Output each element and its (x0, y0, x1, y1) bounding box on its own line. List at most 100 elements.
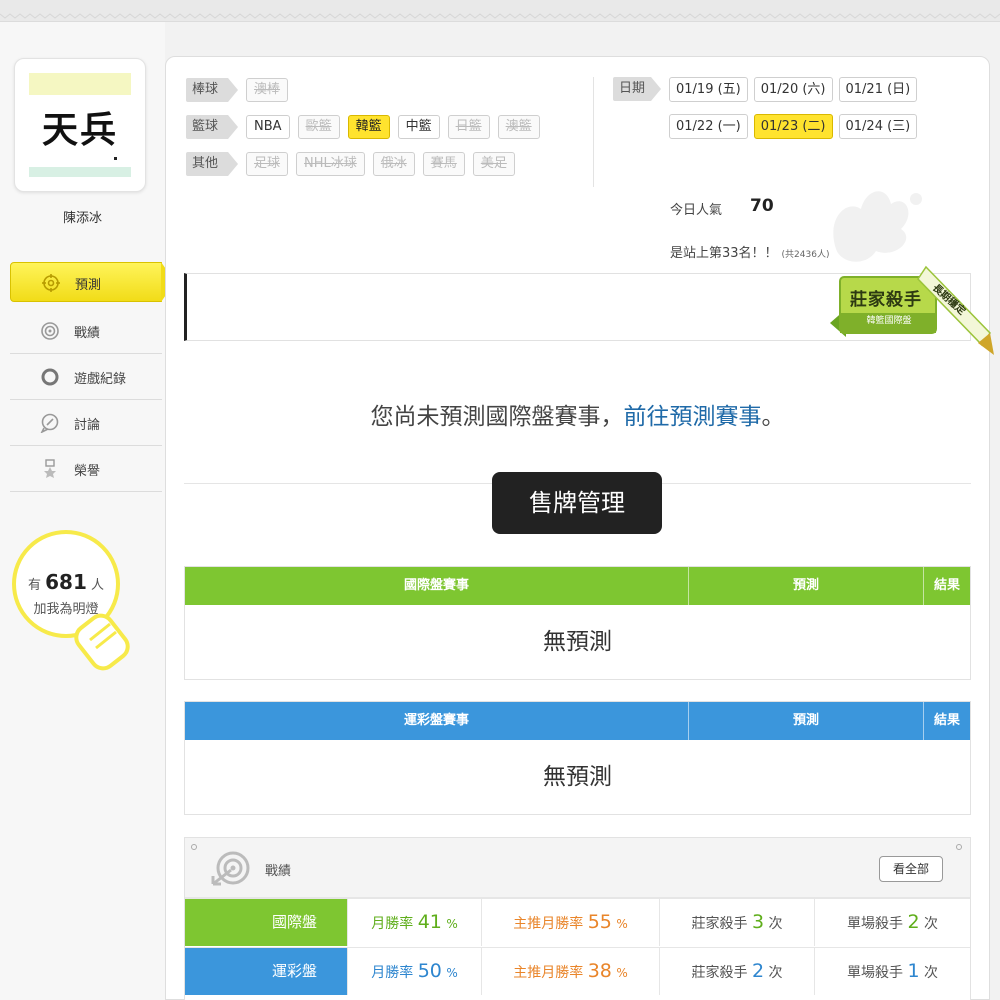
chip-japan-basketball: 日籃 (447, 115, 490, 139)
go-predict-link[interactable]: 前往預測賽事 (624, 404, 762, 430)
date-row-1: 01/19 (五) 01/20 (六) 01/21 (日) (669, 77, 923, 102)
date-row-2: 01/22 (一) 01/23 (二) 01/24 (三) (669, 114, 923, 139)
popularity-value: 70 (750, 196, 774, 216)
avatar[interactable]: 天兵 (29, 73, 131, 177)
rank-text: 是站上第33名！！ (共2436人) (670, 242, 829, 261)
sidebar-item-game-log[interactable]: 遊戲紀錄 (10, 354, 162, 400)
stat-label: 月勝率 (371, 965, 414, 981)
record-panel: 戰績 看全部 國際盤 月勝率 41 % 主推月勝率 55 % 莊家殺手 3 次 … (184, 837, 971, 1000)
single-game-killer-count: 單場殺手 2 次 (814, 899, 970, 946)
lottery-table-header: 運彩盤賽事 預測 結果 (185, 702, 970, 740)
stat-value: 1 (907, 960, 920, 982)
dealer-killer-count: 莊家殺手 3 次 (659, 899, 814, 946)
sidebar-nav: 預測 戰績 遊戲紀錄 討論 榮譽 (10, 262, 175, 492)
date-chip[interactable]: 01/19 (五) (669, 77, 748, 102)
date-chip[interactable]: 01/21 (日) (838, 77, 918, 102)
sidebar-item-label: 榮譽 (74, 464, 101, 479)
chat-bubble-icon (40, 413, 59, 433)
column-header-match: 運彩盤賽事 (185, 702, 689, 740)
top-decorative-band (0, 0, 1000, 22)
see-all-button[interactable]: 看全部 (879, 856, 943, 882)
filter-row-basketball: 籃球 NBA 歐籃 韓籃 中籃 日籃 澳籃 (186, 114, 548, 140)
badge-ribbon-icon (830, 265, 994, 355)
sidebar-item-record[interactable]: 戰績 (10, 308, 162, 354)
date-chip[interactable]: 01/24 (三) (838, 114, 918, 139)
chip-nba[interactable]: NBA (246, 115, 290, 139)
category-baseball: 棒球 (186, 78, 239, 102)
corner-dot-icon (956, 844, 962, 850)
no-prediction-message: 您尚未預測國際盤賽事，前往預測賽事。 (166, 397, 989, 431)
monthly-win-rate: 月勝率 50 % (347, 948, 481, 995)
stat-unit: % (616, 966, 628, 980)
stat-label: 單場殺手 (847, 916, 903, 932)
column-header-match: 國際盤賽事 (185, 567, 689, 605)
intl-prediction-table: 國際盤賽事 預測 結果 無預測 (184, 566, 971, 680)
popularity-label: 今日人氣 (670, 203, 723, 218)
record-row-label: 國際盤 (185, 899, 347, 946)
chip-china-basketball[interactable]: 中籃 (397, 115, 440, 139)
fans-suffix: 人 (91, 578, 105, 593)
single-game-killer-count: 單場殺手 1 次 (814, 948, 970, 995)
column-header-result: 結果 (933, 578, 960, 593)
date-chip[interactable]: 01/20 (六) (753, 77, 833, 102)
stat-label: 主推月勝率 (513, 916, 584, 932)
sidebar-item-honor[interactable]: 榮譽 (10, 446, 162, 492)
chip-horse-racing: 賽馬 (422, 152, 465, 176)
stat-unit: % (616, 917, 628, 931)
sell-management-button[interactable]: 售牌管理 (492, 472, 662, 534)
stat-label: 莊家殺手 (691, 965, 748, 981)
username[interactable]: 陳添冰 (0, 207, 165, 226)
date-chip[interactable]: 01/22 (一) (669, 114, 748, 139)
stat-unit: % (446, 966, 458, 980)
stat-value: 38 (587, 960, 612, 982)
fans-count-line: 有 681 人 (8, 570, 124, 594)
chip-euro-basketball: 歐籃 (297, 115, 340, 139)
target-icon (41, 322, 59, 340)
fans-lightbulb[interactable]: 有 681 人 加我為明燈 (8, 522, 138, 682)
message-end: 。 (761, 404, 785, 430)
column-header-prediction: 預測 (689, 702, 924, 740)
no-prediction-text: 您尚未預測國際盤賽事， (370, 404, 624, 430)
stat-value: 2 (751, 960, 765, 982)
column-header-prediction: 預測 (689, 567, 924, 605)
stat-label: 單場殺手 (847, 965, 903, 981)
chip-korea-basketball[interactable]: 韓籃 (347, 115, 390, 139)
chip-soccer: 足球 (246, 152, 289, 176)
intl-table-empty: 無預測 (185, 605, 970, 679)
sidebar-item-label: 預測 (75, 278, 102, 293)
profile-card[interactable]: 天兵 (14, 58, 146, 192)
avatar-dot (114, 157, 117, 160)
record-row-intl: 國際盤 月勝率 41 % 主推月勝率 55 % 莊家殺手 3 次 單場殺手 2 … (185, 898, 970, 946)
sidebar-item-discussion[interactable]: 討論 (10, 400, 162, 446)
rank-total: (共2436人) (781, 250, 830, 260)
badge-subtitle: 韓籃國際盤 (866, 316, 912, 326)
stat-unit: % (446, 917, 458, 931)
stat-label: 主推月勝率 (513, 965, 584, 981)
fans-count: 681 (45, 570, 87, 594)
stat-label: 月勝率 (371, 916, 414, 932)
category-basketball: 籃球 (186, 115, 239, 139)
sidebar-item-prediction[interactable]: 預測 (10, 262, 175, 302)
target-icon (211, 851, 250, 886)
filter-divider (593, 77, 594, 187)
stat-unit: 次 (924, 965, 938, 981)
stat-value: 50 (417, 960, 442, 982)
stat-label: 莊家殺手 (691, 916, 748, 932)
avatar-band-top (29, 73, 131, 95)
filter-row-baseball: 棒球 澳棒 (186, 77, 296, 103)
record-title: 戰績 (265, 864, 292, 879)
crosshair-icon (42, 274, 60, 292)
record-row-label: 運彩盤 (185, 948, 347, 995)
filter-row-other: 其他 足球 NHL冰球 俄冰 賽馬 美足 (186, 151, 523, 177)
date-label: 日期 (613, 77, 662, 101)
stat-unit: 次 (768, 916, 783, 932)
lottery-table-empty: 無預測 (185, 740, 970, 814)
chip-russia-hockey: 俄冰 (372, 152, 415, 176)
main-monthly-win-rate: 主推月勝率 55 % (481, 899, 659, 946)
zigzag-border-icon (0, 13, 1000, 19)
date-chip-selected[interactable]: 01/23 (二) (753, 114, 833, 139)
stat-unit: 次 (924, 916, 938, 932)
avatar-logo-text: 天兵 (41, 109, 118, 151)
ring-icon (41, 368, 59, 386)
chip-american-football: 美足 (472, 152, 515, 176)
